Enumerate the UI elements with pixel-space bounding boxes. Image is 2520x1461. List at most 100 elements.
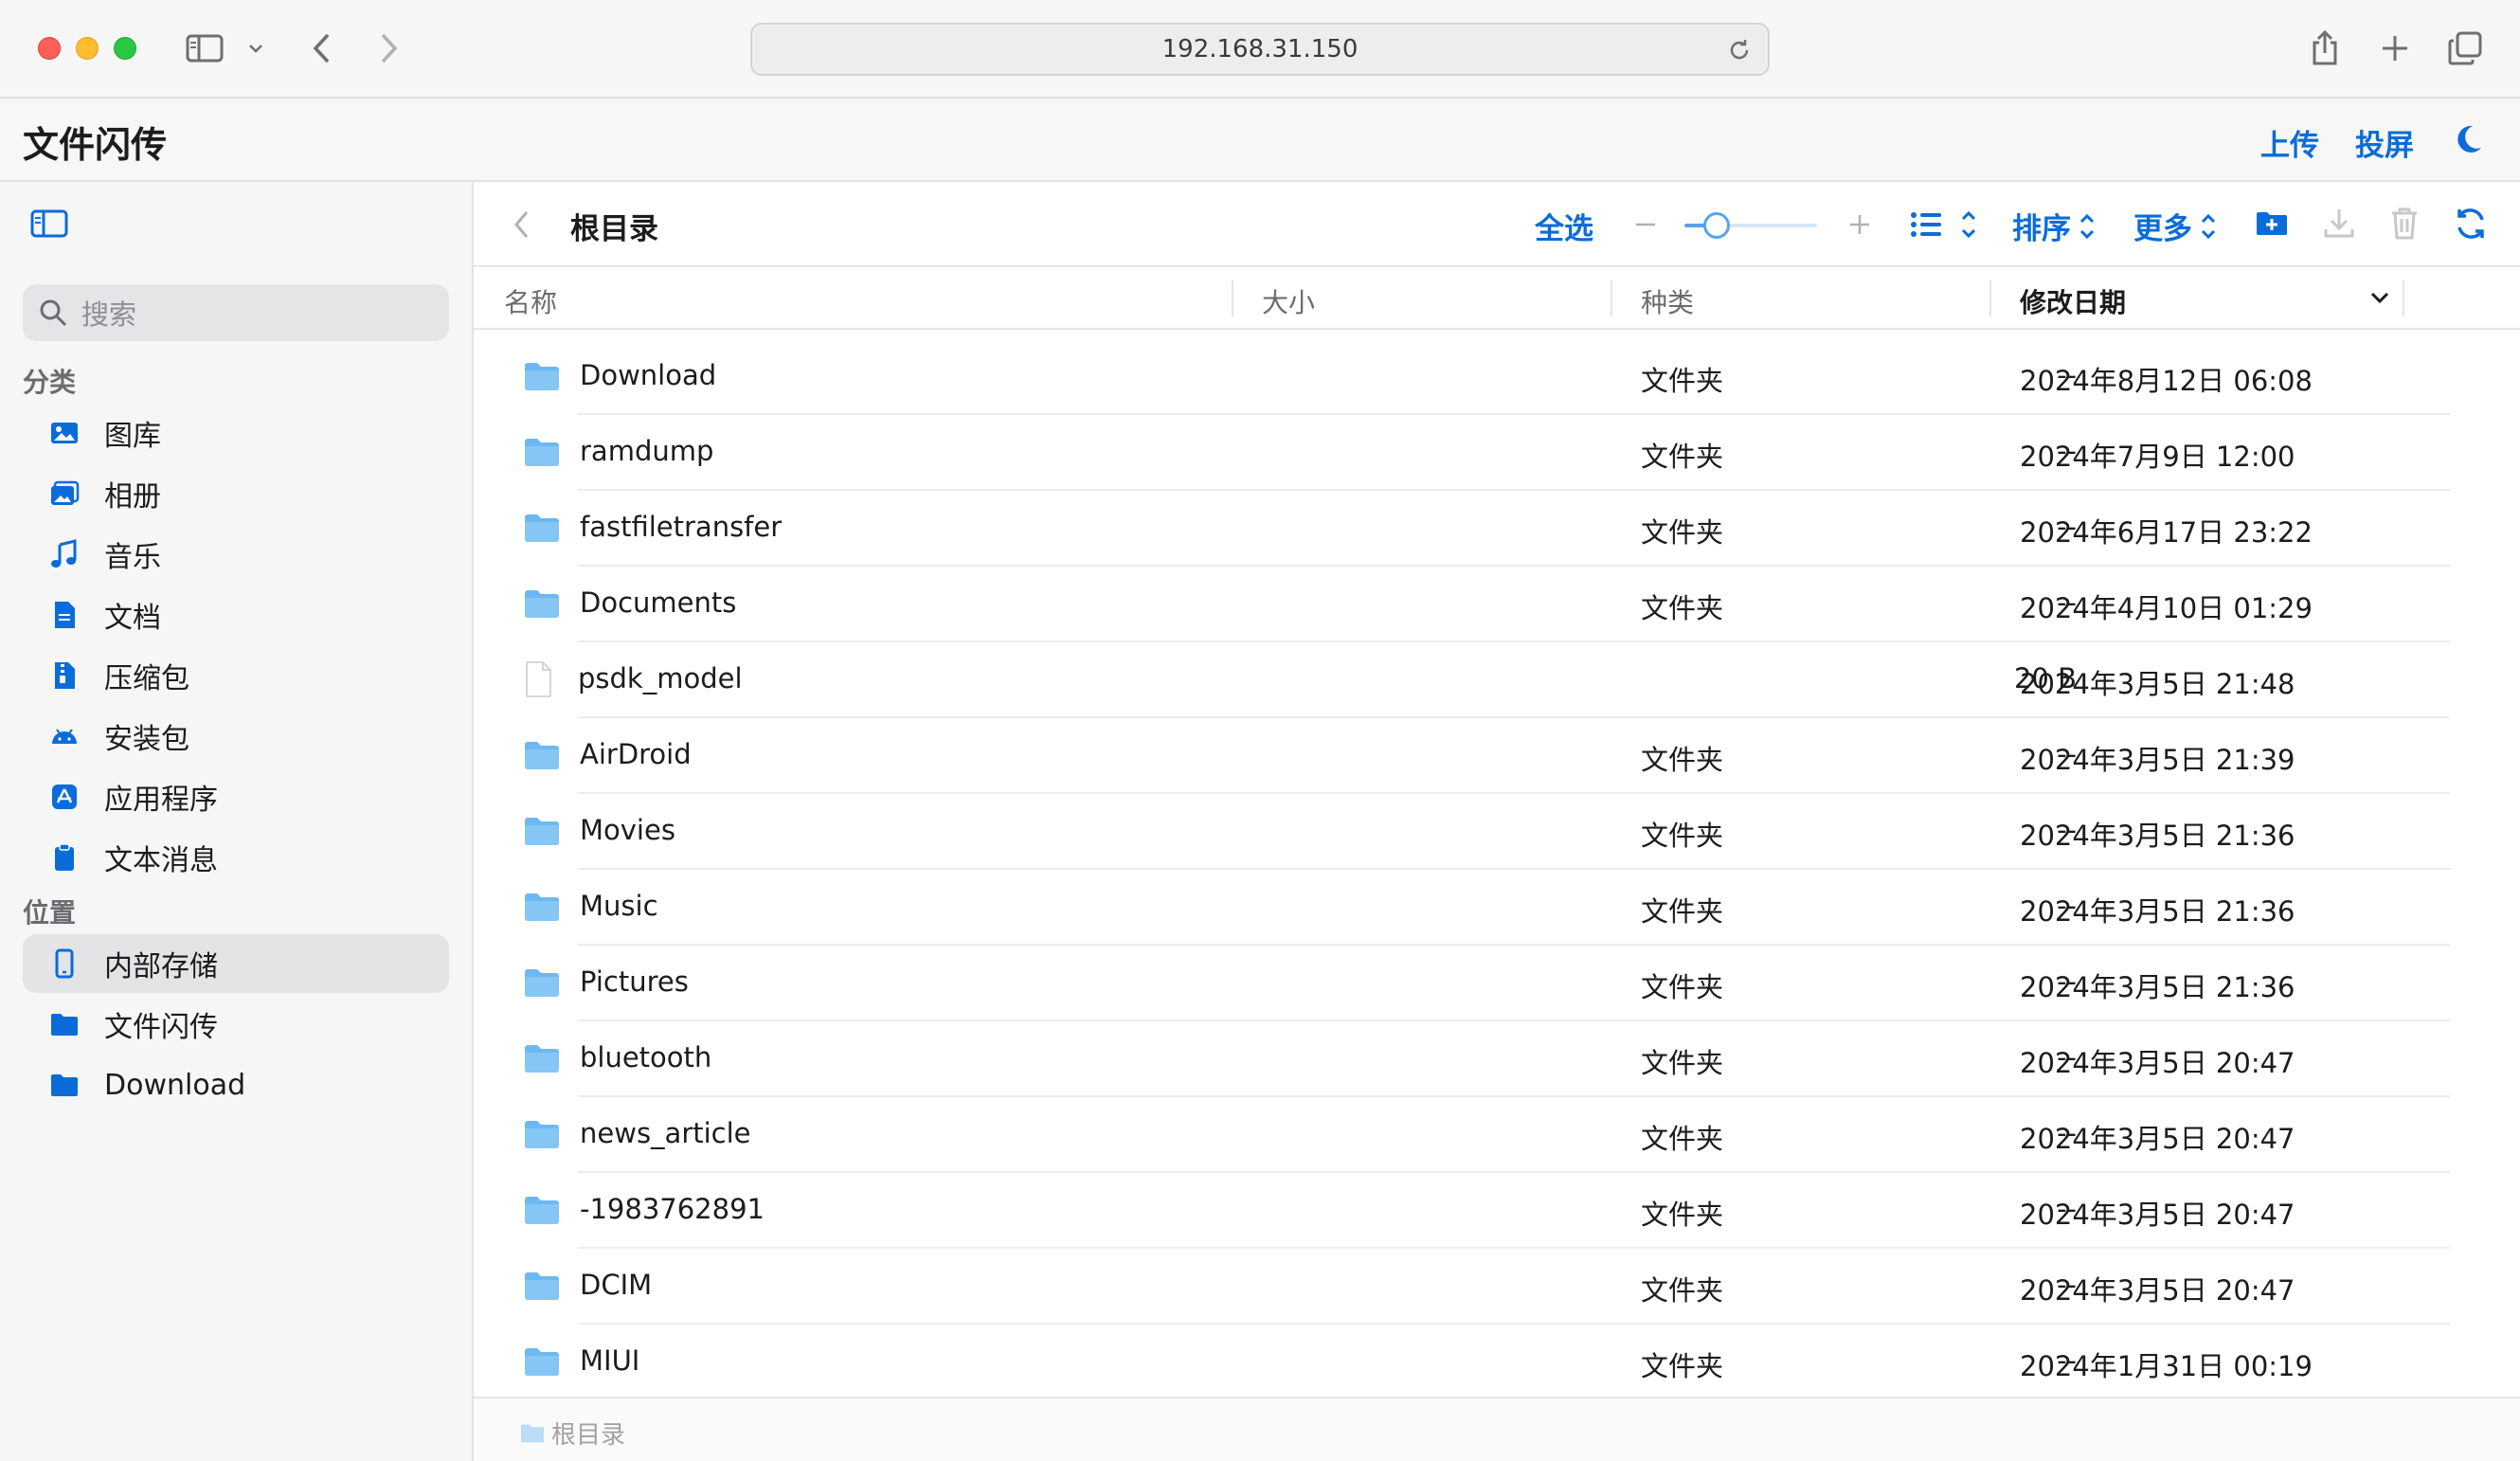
locations-heading: 位置: [23, 897, 77, 929]
file-row[interactable]: Pictures -- 文件夹 2024年3月5日 21:36: [474, 946, 2520, 1021]
file-modified-date: 2024年7月9日 12:00: [2020, 441, 2295, 473]
file-row[interactable]: AirDroid -- 文件夹 2024年3月5日 21:39: [474, 718, 2520, 794]
list-view-icon: [1911, 210, 1976, 239]
folder-icon: [51, 1074, 78, 1096]
back-icon[interactable]: [305, 28, 339, 68]
sort-button[interactable]: 排序: [2012, 205, 2097, 247]
file-kind: 文件夹: [1641, 1274, 1724, 1307]
column-divider[interactable]: [1232, 280, 1233, 316]
upload-button[interactable]: 上传: [2260, 121, 2319, 164]
folder-icon: [523, 1042, 561, 1078]
app-store-icon: [52, 785, 77, 809]
sidebar-item-gallery[interactable]: 图库: [23, 404, 449, 462]
path-label: 根目录: [551, 1421, 626, 1450]
window-zoom-button[interactable]: [114, 37, 136, 60]
sidebar-collapse-icon[interactable]: [30, 208, 68, 243]
file-row[interactable]: MIUI -- 文件夹 2024年1月31日 00:19: [474, 1325, 2520, 1397]
folder-icon: [523, 891, 561, 927]
zoom-in-icon[interactable]: [1847, 208, 1872, 244]
search-icon: [40, 299, 67, 327]
refresh-icon[interactable]: [2454, 207, 2488, 244]
file-modified-date: 2024年3月5日 21:48: [2020, 668, 2295, 700]
new-tab-icon[interactable]: [2376, 28, 2414, 68]
file-name: ramdump: [580, 435, 714, 467]
file-name: Music: [580, 890, 658, 922]
file-kind: 文件夹: [1641, 820, 1724, 852]
zoom-slider-handle[interactable]: [1703, 212, 1730, 239]
file-row[interactable]: Movies -- 文件夹 2024年3月5日 21:36: [474, 794, 2520, 870]
window-close-button[interactable]: [38, 37, 61, 60]
sidebar-item-internal-storage[interactable]: 内部存储: [23, 934, 449, 993]
file-modified-date: 2024年3月5日 20:47: [2020, 1274, 2295, 1307]
column-size-header[interactable]: 大小: [1262, 282, 1315, 320]
column-divider[interactable]: [1989, 280, 1991, 316]
file-row[interactable]: -1983762891 -- 文件夹 2024年3月5日 20:47: [474, 1173, 2520, 1249]
sidebar-item-music[interactable]: 音乐: [23, 525, 449, 584]
file-modified-date: 2024年4月10日 01:29: [2020, 592, 2313, 624]
file-row[interactable]: Documents -- 文件夹 2024年4月10日 01:29: [474, 567, 2520, 642]
select-all-button[interactable]: 全选: [1535, 205, 1593, 247]
column-divider[interactable]: [1611, 280, 1612, 316]
file-modified-date: 2024年3月5日 20:47: [2020, 1047, 2295, 1079]
file-modified-date: 2024年6月17日 23:22: [2020, 516, 2313, 549]
sidebar-item-documents[interactable]: 文档: [23, 586, 449, 644]
chevron-down-icon[interactable]: [244, 28, 267, 68]
sort-descending-chevron-icon[interactable]: [2368, 288, 2391, 311]
zoom-out-icon[interactable]: [1633, 208, 1658, 244]
album-icon: [51, 480, 80, 505]
file-row[interactable]: DCIM -- 文件夹 2024年3月5日 20:47: [474, 1249, 2520, 1325]
file-name: news_article: [580, 1117, 751, 1149]
file-row[interactable]: Music -- 文件夹 2024年3月5日 21:36: [474, 870, 2520, 946]
document-icon: [55, 602, 75, 628]
sidebar-toggle-icon[interactable]: [184, 28, 225, 68]
address-bar[interactable]: 192.168.31.150: [750, 23, 1770, 76]
tab-overview-icon[interactable]: [2446, 28, 2484, 68]
main-panel: 根目录 全选 排序 更多 名称 大小 种类 修改日期 Download -- 文…: [474, 182, 2520, 1461]
trash-icon[interactable]: [2389, 207, 2420, 244]
file-kind: 文件夹: [1641, 744, 1724, 776]
file-toolbar: 根目录 全选 排序 更多: [474, 182, 2520, 267]
sidebar-item-apk[interactable]: 安装包: [23, 707, 449, 766]
back-chevron-icon[interactable]: [512, 208, 532, 244]
file-kind: 文件夹: [1641, 1350, 1724, 1382]
cast-button[interactable]: 投屏: [2355, 121, 2414, 164]
list-view-menu-button[interactable]: [1910, 208, 1980, 244]
file-kind: 文件夹: [1641, 365, 1724, 397]
phone-icon: [55, 948, 74, 979]
new-folder-icon[interactable]: [2255, 208, 2289, 243]
reload-icon[interactable]: [1726, 37, 1753, 70]
sidebar-item-apps[interactable]: 应用程序: [23, 767, 449, 826]
file-modified-date: 2024年3月5日 21:36: [2020, 895, 2295, 928]
file-row[interactable]: Download -- 文件夹 2024年8月12日 06:08: [474, 339, 2520, 415]
sidebar-item-download[interactable]: Download: [23, 1055, 449, 1114]
sidebar-item-album[interactable]: 相册: [23, 464, 449, 523]
file-row[interactable]: fastfiletransfer -- 文件夹 2024年6月17日 23:22: [474, 491, 2520, 567]
download-icon[interactable]: [2323, 207, 2355, 244]
dark-mode-moon-icon[interactable]: [2452, 123, 2484, 159]
current-folder-title: 根目录: [570, 212, 658, 246]
more-button[interactable]: 更多: [2133, 205, 2219, 247]
file-name: Documents: [580, 586, 737, 619]
window-minimize-button[interactable]: [76, 37, 99, 60]
column-name-header[interactable]: 名称: [504, 282, 557, 320]
address-text: 192.168.31.150: [1161, 35, 1359, 63]
search-input[interactable]: 搜索: [23, 284, 449, 341]
sidebar-item-messages[interactable]: 文本消息: [23, 828, 449, 887]
file-row[interactable]: psdk_model 20 B 2024年3月5日 21:48: [474, 642, 2520, 718]
column-kind-header[interactable]: 种类: [1641, 282, 1694, 320]
file-row[interactable]: ramdump -- 文件夹 2024年7月9日 12:00: [474, 415, 2520, 491]
file-row[interactable]: news_article -- 文件夹 2024年3月5日 20:47: [474, 1097, 2520, 1173]
sidebar-item-archives[interactable]: 压缩包: [23, 646, 449, 705]
sidebar-item-file-flash[interactable]: 文件闪传: [23, 995, 449, 1054]
file-modified-date: 2024年3月5日 20:47: [2020, 1199, 2295, 1231]
file-name: MIUI: [580, 1344, 640, 1377]
file-name: -1983762891: [580, 1193, 765, 1225]
forward-icon[interactable]: [371, 28, 405, 68]
column-divider[interactable]: [2403, 280, 2404, 316]
column-modified-header[interactable]: 修改日期: [2020, 282, 2126, 320]
file-list: Download -- 文件夹 2024年8月12日 06:08 ramdump -- 文件…: [474, 330, 2520, 1397]
folder-icon: [523, 1270, 561, 1306]
path-breadcrumb[interactable]: 根目录: [519, 1416, 625, 1451]
file-row[interactable]: bluetooth -- 文件夹 2024年3月5日 20:47: [474, 1021, 2520, 1097]
share-icon[interactable]: [2306, 28, 2344, 68]
